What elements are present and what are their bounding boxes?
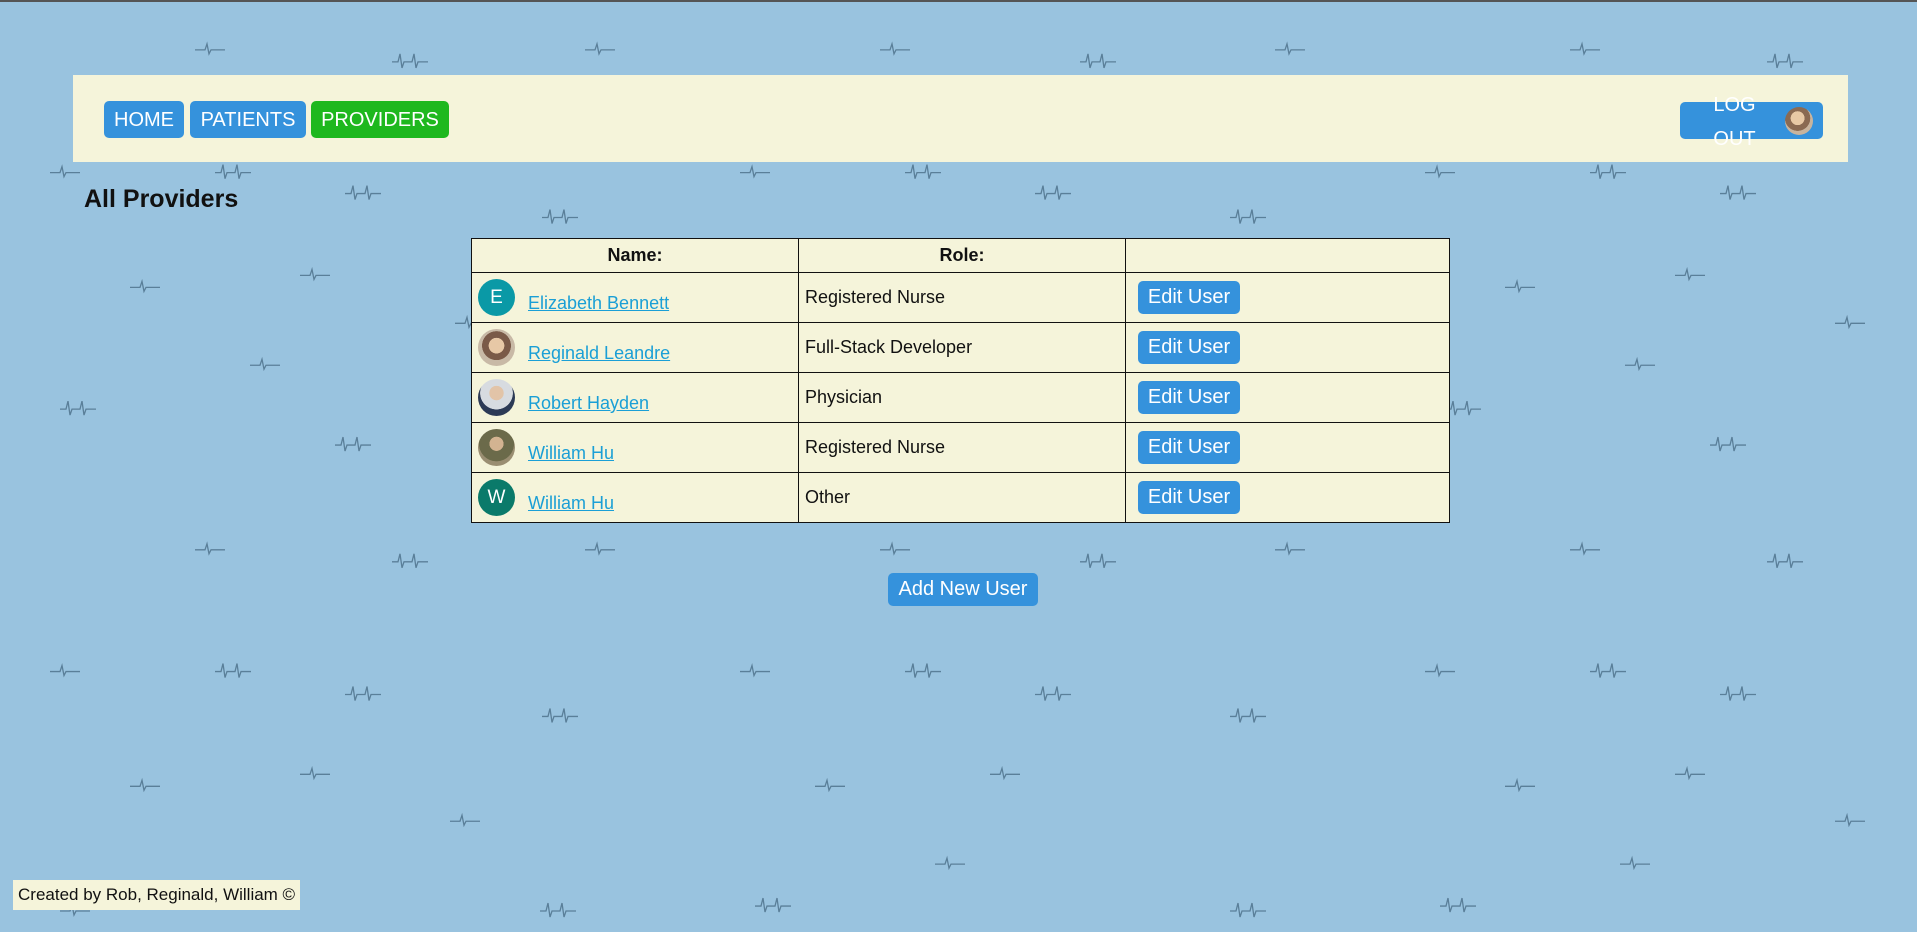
action-cell: Edit User bbox=[1125, 372, 1450, 423]
action-cell: Edit User bbox=[1125, 422, 1450, 473]
table-row: Reginald Leandre Full-Stack Developer Ed… bbox=[471, 322, 1450, 373]
provider-name-link[interactable]: William Hu bbox=[528, 443, 614, 464]
edit-user-button[interactable]: Edit User bbox=[1138, 431, 1240, 464]
avatar bbox=[478, 429, 515, 466]
name-cell: W William Hu bbox=[471, 472, 799, 523]
name-cell: Robert Hayden bbox=[471, 372, 799, 423]
avatar: E bbox=[478, 279, 515, 316]
table-header-row: Name: Role: bbox=[471, 238, 1450, 273]
logout-button[interactable]: LOG OUT bbox=[1680, 94, 1823, 150]
edit-user-button[interactable]: Edit User bbox=[1138, 331, 1240, 364]
table-row: E Elizabeth Bennett Registered Nurse Edi… bbox=[471, 272, 1450, 323]
name-cell: E Elizabeth Bennett bbox=[471, 272, 799, 323]
footer-credits: Created by Rob, Reginald, William © bbox=[13, 880, 301, 910]
role-cell: Registered Nurse bbox=[798, 422, 1126, 473]
nav-providers-button[interactable]: PROVIDERS bbox=[311, 101, 449, 138]
avatar: W bbox=[478, 479, 515, 516]
table-row: Robert Hayden Physician Edit User bbox=[471, 372, 1450, 423]
edit-user-button[interactable]: Edit User bbox=[1138, 481, 1240, 514]
provider-name-link[interactable]: Elizabeth Bennett bbox=[528, 293, 669, 314]
provider-name-link[interactable]: William Hu bbox=[528, 493, 614, 514]
name-cell: Reginald Leandre bbox=[471, 322, 799, 373]
table-row: William Hu Registered Nurse Edit User bbox=[471, 422, 1450, 473]
action-cell: Edit User bbox=[1125, 322, 1450, 373]
edit-user-button[interactable]: Edit User bbox=[1138, 281, 1240, 314]
table-row: W William Hu Other Edit User bbox=[471, 472, 1450, 523]
avatar bbox=[478, 329, 515, 366]
providers-table: Name: Role: E Elizabeth Bennett Register… bbox=[471, 238, 1450, 523]
role-cell: Physician bbox=[798, 372, 1126, 423]
provider-name-link[interactable]: Reginald Leandre bbox=[528, 343, 670, 364]
avatar bbox=[478, 379, 515, 416]
nav-patients-button[interactable]: PATIENTS bbox=[190, 101, 306, 138]
actions-column-header bbox=[1125, 238, 1450, 273]
user-avatar-icon bbox=[1785, 106, 1813, 135]
name-column-header: Name: bbox=[471, 238, 799, 273]
role-cell: Registered Nurse bbox=[798, 272, 1126, 323]
name-cell: William Hu bbox=[471, 422, 799, 473]
nav-home-button[interactable]: HOME bbox=[104, 101, 184, 138]
page-title: All Providers bbox=[84, 185, 239, 213]
add-new-user-button[interactable]: Add New User bbox=[888, 573, 1038, 606]
action-cell: Edit User bbox=[1125, 272, 1450, 323]
role-column-header: Role: bbox=[798, 238, 1126, 273]
role-cell: Other bbox=[798, 472, 1126, 523]
top-navbar: HOME PATIENTS PROVIDERS LOG OUT bbox=[73, 75, 1848, 162]
logout-label: LOG OUT bbox=[1713, 94, 1756, 150]
edit-user-button[interactable]: Edit User bbox=[1138, 381, 1240, 414]
provider-name-link[interactable]: Robert Hayden bbox=[528, 393, 649, 414]
action-cell: Edit User bbox=[1125, 472, 1450, 523]
role-cell: Full-Stack Developer bbox=[798, 322, 1126, 373]
